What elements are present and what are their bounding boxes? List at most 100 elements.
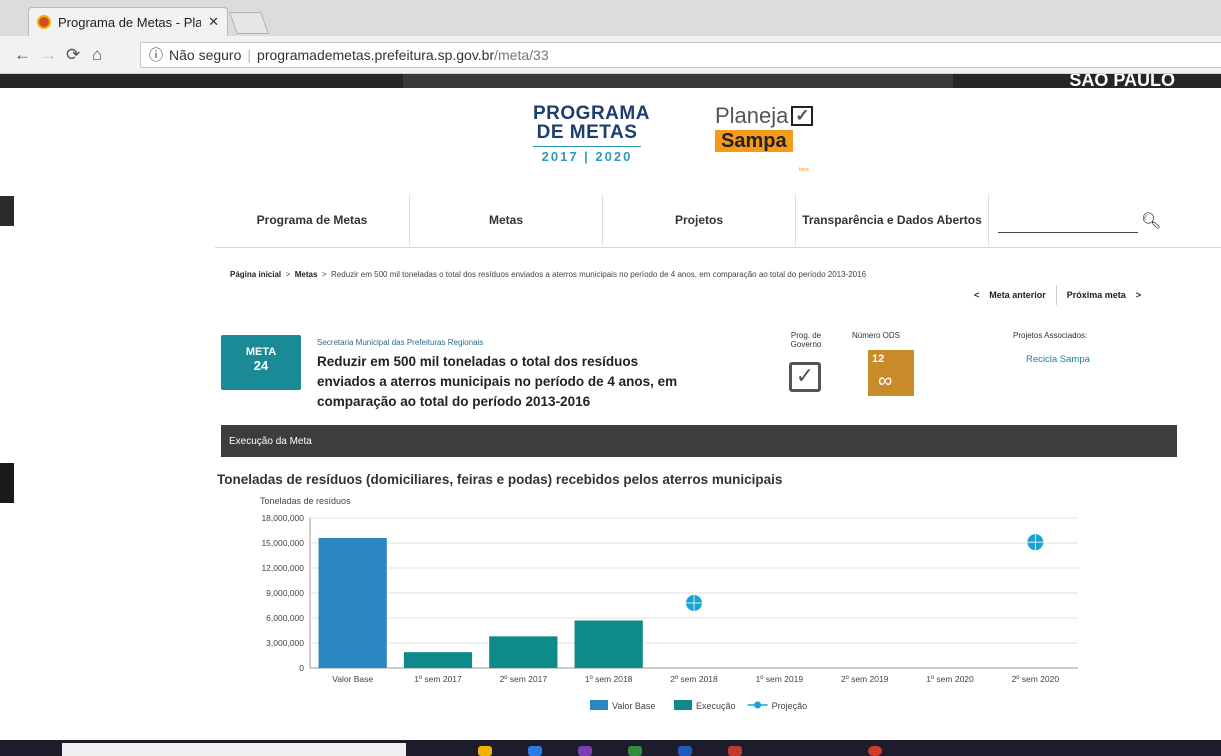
legend-swatch-marker (754, 701, 762, 709)
y-tick-label: 15,000,000 (261, 538, 304, 548)
security-label[interactable]: Não seguro (169, 47, 241, 63)
search-icon[interactable]: 🔍︎ (1141, 211, 1161, 231)
y-tick-label: 3,000,000 (266, 638, 304, 648)
prog-governo-label: Prog. de Governo (790, 331, 822, 349)
bar-execucao (403, 652, 473, 668)
folder-icon[interactable] (478, 746, 492, 756)
bar-execucao (489, 636, 558, 668)
breadcrumb: Página inicial > Metas > Reduzir em 500 … (230, 270, 866, 279)
info-icon[interactable]: ⓘ (149, 45, 163, 65)
breadcrumb-metas[interactable]: Metas (295, 270, 318, 279)
tab-close-icon[interactable]: ✕ (208, 14, 219, 30)
x-tick-label: 2º sem 2019 (841, 674, 889, 684)
section-title: Execução da Meta (229, 435, 312, 447)
logo-line-1: PROGRAMA (533, 103, 650, 124)
projeto-link-recicla-sampa[interactable]: Recicla Sampa (1026, 354, 1090, 365)
meta-pagination: < Meta anterior Próxima meta > (974, 285, 1141, 305)
legend-swatch (590, 700, 608, 710)
nav-transparencia[interactable]: Transparência e Dados Abertos (796, 195, 989, 245)
y-tick-label: 12,000,000 (261, 563, 304, 573)
y-tick-label: 0 (299, 663, 304, 673)
y-tick-label: 18,000,000 (261, 513, 304, 523)
legend-label: Execução (696, 701, 736, 711)
logo-line-2: DE METAS (536, 122, 638, 143)
x-tick-label: 1º sem 2019 (756, 674, 804, 684)
meta-badge: META 24 (221, 335, 301, 390)
prog-governo-check-icon: ✓ (789, 362, 821, 392)
forward-arrow-icon[interactable]: → (40, 45, 57, 65)
spreadsheet-icon[interactable] (628, 746, 642, 756)
meta-badge-number: 24 (253, 358, 269, 373)
logo-beta-text: beta (799, 167, 809, 173)
legend-label: Valor Base (612, 701, 655, 711)
tab-title: Programa de Metas - Pla (58, 14, 202, 30)
nav-metas[interactable]: Metas (410, 195, 603, 245)
breadcrumb-separator: > (319, 270, 329, 279)
x-tick-label: 1º sem 2020 (926, 674, 974, 684)
left-edge-panel (0, 196, 14, 226)
os-taskbar (0, 740, 1221, 756)
address-separator: | (247, 47, 252, 63)
chart-title: Toneladas de resíduos (domiciliares, fei… (217, 472, 783, 487)
x-tick-label: 2º sem 2020 (1012, 674, 1060, 684)
main-navigation: Programa de Metas Metas Projetos Transpa… (215, 195, 1221, 248)
logo-sampa-text: Sampa (715, 130, 793, 152)
logo-planeja-text: Planeja (715, 103, 789, 128)
browser-tab[interactable]: Programa de Metas - Pla ✕ (28, 7, 228, 36)
previous-meta-link[interactable]: Meta anterior (989, 290, 1046, 300)
bar-execucao (574, 620, 643, 668)
infinity-icon: ∞ (878, 370, 893, 392)
chrome-icon[interactable] (868, 746, 882, 756)
browser-tab-strip: Programa de Metas - Pla ✕ (0, 0, 1221, 36)
x-tick-label: 2º sem 2018 (670, 674, 718, 684)
back-arrow-icon[interactable]: ← (14, 45, 31, 65)
sao-paulo-logo[interactable]: SÃO PAULO (1069, 74, 1175, 88)
left-edge-panel-2 (0, 463, 14, 503)
pagination-divider (1055, 285, 1057, 305)
address-toolbar: ← → ⟳ ⌂ ⓘ Não seguro | programademetas.p… (0, 36, 1221, 74)
site-top-strip (0, 74, 1221, 88)
x-tick-label: 1º sem 2017 (414, 674, 462, 684)
ods-number: 12 (872, 353, 885, 365)
chevron-right-icon[interactable]: > (1136, 290, 1141, 300)
presentation-icon[interactable] (728, 746, 742, 756)
checkbox-icon: ✓ (791, 106, 814, 126)
logo-years: 2017 | 2020 (533, 146, 641, 163)
home-icon[interactable]: ⌂ (92, 45, 102, 65)
x-tick-label: 1º sem 2018 (585, 674, 633, 684)
site-favicon-icon (37, 15, 51, 29)
document-icon[interactable] (678, 746, 692, 756)
url-host: programademetas.prefeitura.sp.gov.br (257, 47, 495, 63)
execution-chart: Toneladas de resíduos 0 3,000,000 6,000,000… (260, 496, 1078, 711)
search-input[interactable] (998, 213, 1138, 233)
nav-programa-de-metas[interactable]: Programa de Metas (215, 195, 410, 245)
legend-label: Projeção (772, 701, 808, 711)
breadcrumb-current: Reduzir em 500 mil toneladas o total dos… (331, 270, 867, 279)
meta-title: Reduzir em 500 mil toneladas o total dos… (317, 354, 678, 409)
url-path: /meta/33 (494, 47, 549, 63)
new-tab-button[interactable] (228, 12, 270, 34)
breadcrumb-home[interactable]: Página inicial (230, 270, 281, 279)
bar-valor-base (318, 538, 387, 668)
browser-icon[interactable] (528, 746, 542, 756)
programa-de-metas-logo[interactable]: PROGRAMA DE METAS 2017 | 2020 (533, 103, 650, 163)
legend-swatch (674, 700, 692, 710)
ods-label: Número ODS (852, 331, 901, 340)
taskbar-search-box[interactable] (62, 743, 406, 756)
reload-icon[interactable]: ⟳ (66, 45, 80, 65)
app-icon[interactable] (578, 746, 592, 756)
chevron-left-icon[interactable]: < (974, 290, 979, 300)
y-tick-label: 6,000,000 (266, 613, 304, 623)
y-tick-label: 9,000,000 (266, 588, 304, 598)
address-bar[interactable]: ⓘ Não seguro | programademetas.prefeitur… (140, 42, 1221, 68)
x-tick-label: 2º sem 2017 (500, 674, 548, 684)
projetos-associados-label: Projetos Associados: (1013, 331, 1088, 340)
next-meta-link[interactable]: Próxima meta (1067, 290, 1126, 300)
nav-projetos[interactable]: Projetos (603, 195, 796, 245)
planeja-sampa-logo[interactable]: Planeja ✓ Sampa beta (715, 103, 815, 173)
breadcrumb-separator: > (283, 270, 293, 279)
secretaria-label[interactable]: Secretaria Municipal das Prefeituras Reg… (317, 338, 483, 347)
x-tick-label: Valor Base (332, 674, 373, 684)
ods-12-tile[interactable]: 12 ∞ (868, 350, 914, 396)
meta-badge-label: META (245, 346, 277, 358)
